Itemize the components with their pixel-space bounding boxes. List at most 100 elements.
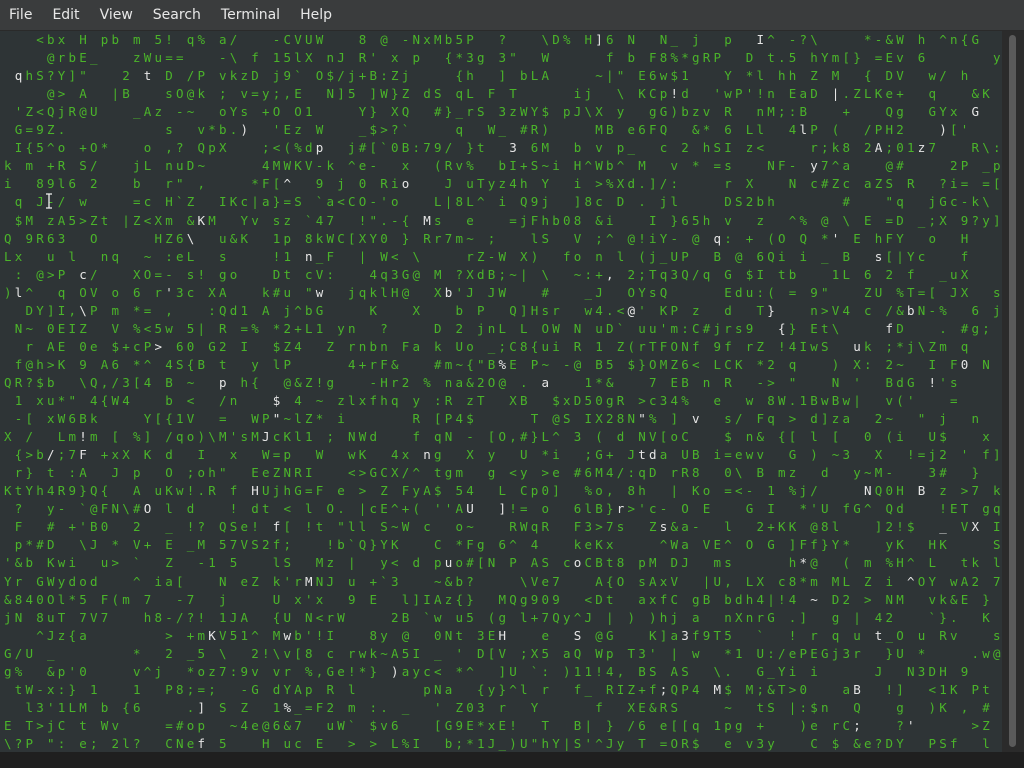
terminal-output[interactable]: k i Q L) Q X K ' Y & j Gg E \ q ' G Iq $ x: l Nf R 1-{r t? Fp & r 8 N… <box>0 31 1002 752</box>
matrix-glyph: x <box>606 537 614 553</box>
matrix-glyph: e <box>788 645 797 661</box>
matrix-glyph: i <box>552 447 560 463</box>
matrix-glyph: # <box>573 465 582 481</box>
matrix-glyph: z <box>283 212 292 228</box>
matrix-glyph: D <box>552 32 560 47</box>
matrix-glyph: F <box>401 338 410 354</box>
matrix-glyph: d <box>821 465 829 481</box>
matrix-glyph: { <box>477 681 485 697</box>
matrix-glyph: $ <box>369 717 378 733</box>
matrix-glyph: z <box>831 411 840 427</box>
menu-terminal[interactable]: Terminal <box>211 0 290 30</box>
matrix-glyph: p <box>724 717 732 733</box>
matrix-glyph: ! <box>778 338 786 354</box>
matrix-glyph: I <box>993 519 1001 535</box>
matrix-glyph: O <box>143 266 152 282</box>
matrix-glyph: L <box>864 86 872 102</box>
matrix-glyph: + <box>606 447 614 463</box>
matrix-glyph: 6 <box>176 338 184 354</box>
matrix-glyph: B <box>713 248 722 264</box>
matrix-glyph: h <box>541 212 550 228</box>
matrix-glyph: A <box>79 465 87 481</box>
matrix-glyph: x <box>57 32 66 47</box>
menu-view[interactable]: View <box>90 0 143 30</box>
matrix-glyph: & <box>229 230 238 246</box>
matrix-glyph: C <box>670 591 679 607</box>
matrix-glyph: [ <box>176 573 184 589</box>
matrix-glyph: ' <box>810 501 818 517</box>
matrix-glyph: L <box>186 248 195 264</box>
matrix-glyph: a <box>842 158 851 174</box>
matrix-glyph: S <box>939 735 947 751</box>
matrix-glyph: g <box>896 104 904 120</box>
terminal-window: File Edit View Search Terminal Help kiQL… <box>0 0 1024 768</box>
matrix-glyph: ; <box>520 645 528 661</box>
matrix-glyph: j <box>713 320 722 336</box>
scrollbar-thumb[interactable] <box>1009 35 1016 747</box>
matrix-glyph: _ <box>982 158 990 174</box>
matrix-glyph: P <box>681 681 689 697</box>
matrix-glyph: o <box>573 248 582 264</box>
matrix-glyph: " <box>305 284 313 300</box>
matrix-glyph: x <box>14 248 23 264</box>
matrix-glyph: Q <box>885 104 894 120</box>
vertical-scrollbar[interactable] <box>1002 31 1024 752</box>
matrix-glyph: u <box>154 483 163 499</box>
matrix-glyph: j <box>477 320 485 336</box>
menu-edit[interactable]: Edit <box>42 0 89 30</box>
matrix-glyph: < <box>186 393 195 408</box>
matrix-glyph: W <box>595 645 603 661</box>
menu-help[interactable]: Help <box>290 0 342 30</box>
matrix-glyph: q <box>186 32 195 47</box>
matrix-glyph: 8 <box>305 230 313 246</box>
matrix-glyph: - <box>692 519 700 535</box>
matrix-glyph: n <box>702 374 711 390</box>
matrix-glyph: - <box>14 411 23 427</box>
matrix-glyph: 1 <box>283 248 292 264</box>
matrix-glyph: b <box>47 374 55 390</box>
matrix-glyph: i <box>573 86 582 102</box>
matrix-glyph: t <box>219 356 227 372</box>
matrix-glyph: - <box>369 194 378 210</box>
matrix-glyph: f <box>659 591 668 607</box>
matrix-glyph: s <box>659 519 668 535</box>
matrix-glyph: E <box>638 68 646 84</box>
matrix-glyph: W <box>251 411 259 427</box>
matrix-glyph: a <box>326 194 335 210</box>
matrix-glyph: w <box>821 393 829 408</box>
matrix-glyph: u <box>853 338 861 354</box>
matrix-glyph: | <box>348 555 356 571</box>
matrix-glyph: n <box>595 248 603 264</box>
matrix-glyph: r <box>466 104 474 120</box>
matrix-glyph: L <box>68 699 77 715</box>
matrix-glyph: * <box>25 537 34 553</box>
matrix-glyph: r <box>724 320 732 336</box>
matrix-glyph: V <box>294 32 302 47</box>
matrix-glyph: n <box>950 32 958 47</box>
matrix-glyph: G <box>251 681 259 697</box>
matrix-glyph: L <box>466 86 474 102</box>
matrix-glyph: f <box>950 735 958 751</box>
matrix-glyph: ` <box>380 573 388 589</box>
matrix-glyph: j <box>337 176 345 192</box>
matrix-glyph: < <box>692 356 700 372</box>
matrix-glyph: I <box>724 140 732 156</box>
matrix-glyph: , <box>165 302 173 318</box>
matrix-glyph: \ <box>982 194 990 210</box>
matrix-glyph: f <box>251 50 259 66</box>
matrix-glyph: u <box>649 320 657 336</box>
menu-file[interactable]: File <box>0 0 42 30</box>
matrix-glyph: 0 <box>391 140 399 156</box>
menu-search[interactable]: Search <box>143 0 211 30</box>
matrix-glyph: g <box>444 465 453 481</box>
matrix-glyph: x <box>358 393 367 408</box>
matrix-glyph: B <box>810 393 818 408</box>
matrix-glyph: 2 <box>864 140 872 156</box>
matrix-glyph: ' <box>960 447 969 463</box>
matrix-glyph: ; <box>283 537 292 553</box>
matrix-glyph: V <box>530 573 539 589</box>
matrix-glyph: G <box>595 447 603 463</box>
matrix-glyph: / <box>57 194 66 210</box>
matrix-glyph: 0 <box>36 591 44 607</box>
matrix-glyph: { <box>100 393 109 408</box>
